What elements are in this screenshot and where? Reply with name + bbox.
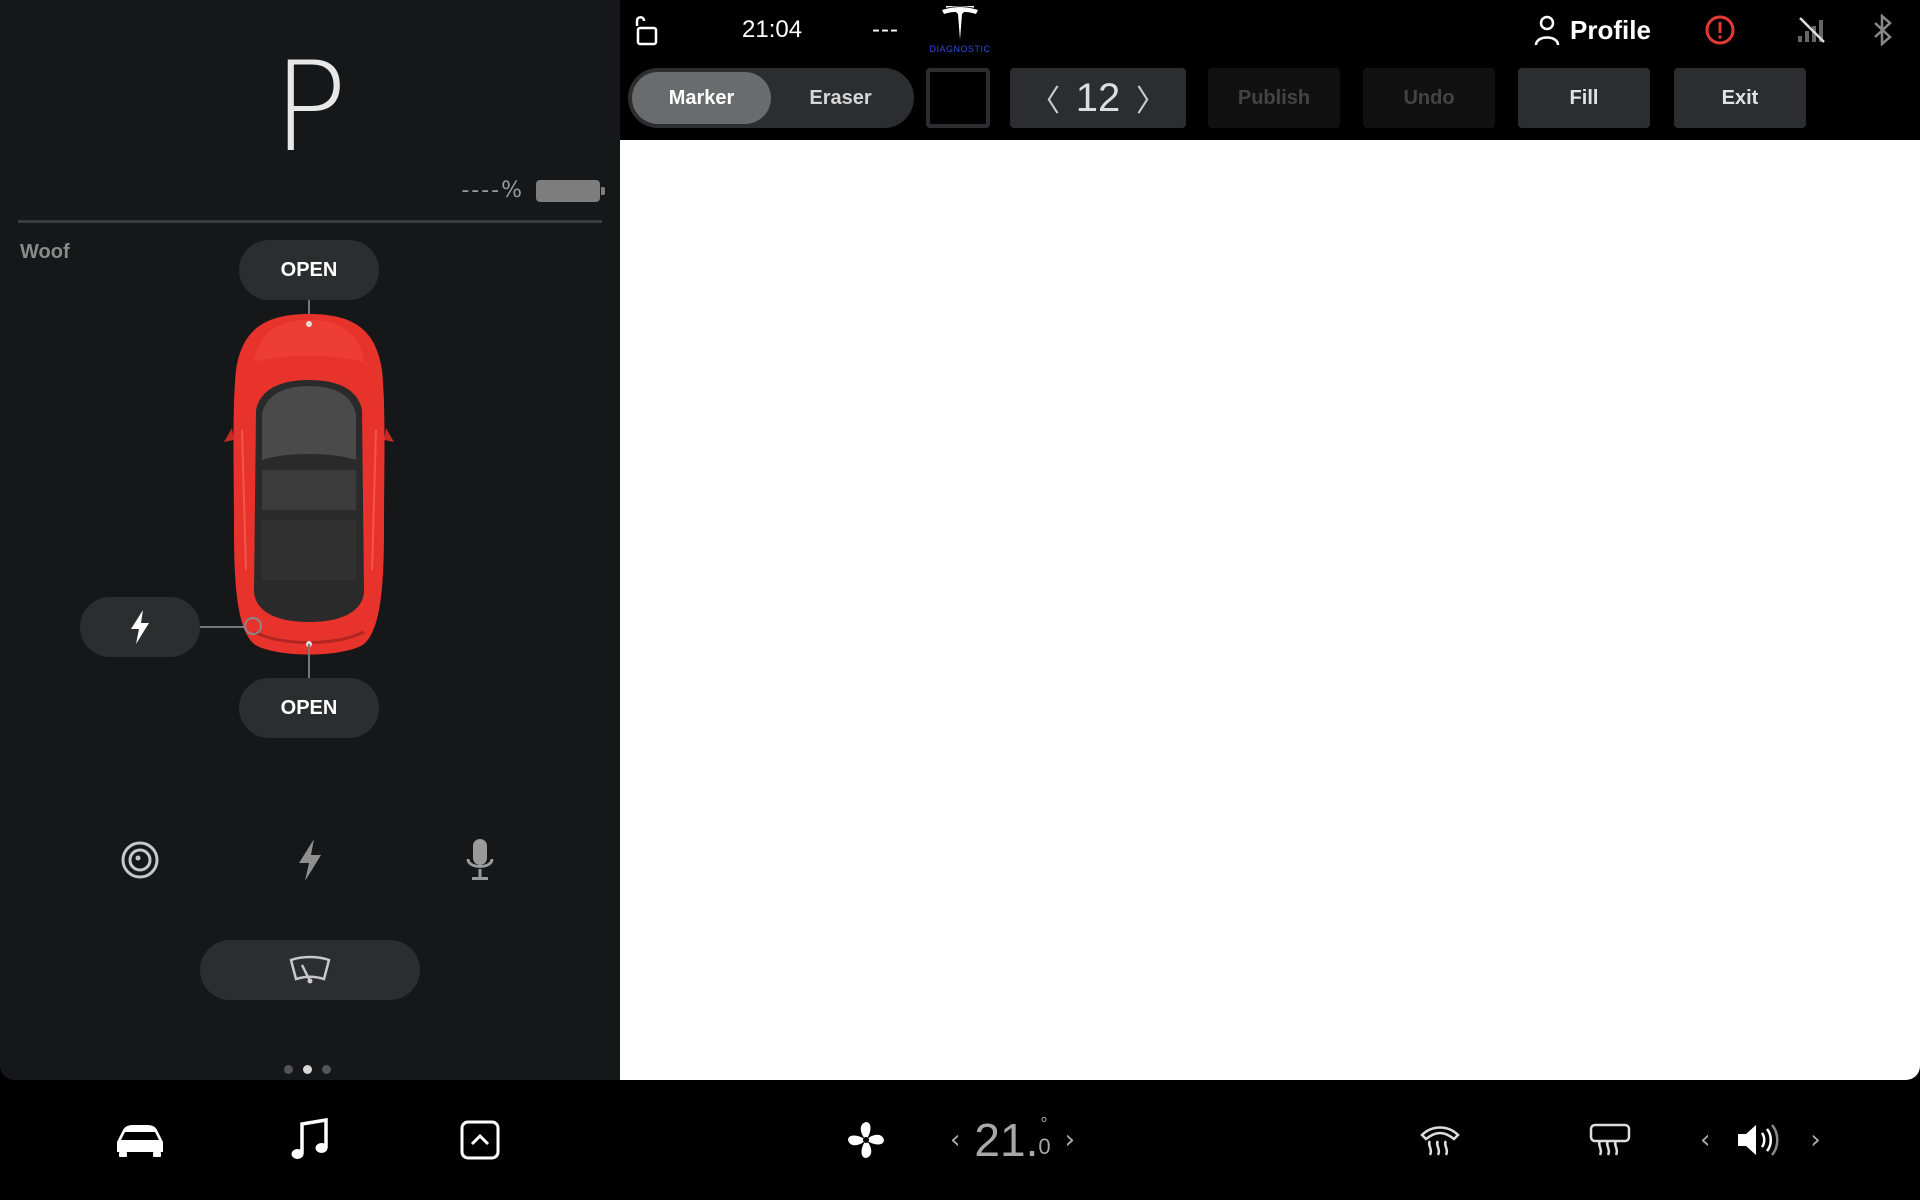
charge-port-button[interactable] (80, 597, 200, 657)
car-top-view-image (224, 314, 394, 655)
car-controls-button[interactable] (110, 1110, 170, 1170)
temp-up-button[interactable]: › (1065, 1125, 1075, 1155)
bottom-dock: ‹ 21. ° 0 › ‹ › (0, 1080, 1920, 1200)
charge-port-marker (244, 617, 262, 635)
profile-button[interactable]: Profile (1534, 0, 1651, 60)
brush-size-stepper: 〈 12 〉 (1010, 68, 1186, 128)
charge-port-connector-line (200, 626, 246, 628)
open-trunk-button[interactable]: OPEN (239, 678, 379, 738)
marker-tool-button[interactable]: Marker (632, 72, 771, 124)
tool-selector: Marker Eraser (628, 68, 914, 128)
set-temperature: 21. (974, 1114, 1039, 1166)
profile-label: Profile (1570, 14, 1651, 45)
climate-fan-button[interactable] (836, 1110, 896, 1170)
fill-button[interactable]: Fill (1518, 68, 1650, 128)
volume-up-button[interactable]: › (1810, 1125, 1820, 1155)
bluetooth-icon (1874, 14, 1892, 46)
apps-launcher-icon (460, 1120, 500, 1160)
eraser-tool-button[interactable]: Eraser (771, 72, 910, 124)
no-signal-icon (1798, 17, 1825, 43)
battery-icon (536, 179, 605, 202)
cellular-status (1796, 0, 1828, 60)
trunk-connector-line (308, 644, 310, 678)
degree-symbol: ° (1040, 1114, 1048, 1134)
front-defrost-icon (1420, 1126, 1460, 1156)
volume-control: ‹ › (1700, 1110, 1821, 1170)
dashcam-button[interactable] (112, 832, 168, 888)
charge-port-icon (131, 610, 149, 644)
increase-size-button[interactable]: 〉 (1136, 76, 1166, 120)
panel-divider (18, 220, 602, 223)
open-frunk-button[interactable]: OPEN (239, 240, 379, 300)
rear-defrost-icon (1589, 1123, 1631, 1156)
cabin-temperature-control: ‹ 21. ° 0 › (950, 1110, 1075, 1170)
alert-icon (1705, 15, 1735, 45)
page-dot[interactable] (284, 1065, 293, 1074)
gear-indicator: P (272, 36, 348, 180)
clock: 21:04 (742, 16, 803, 43)
decrease-size-button[interactable]: 〈 (1030, 76, 1060, 120)
sketchpad-toolbar: Marker Eraser 〈 12 〉 Publish Undo Fill E… (620, 68, 1920, 128)
diagnostic-label: DIAGNOSTIC (929, 44, 991, 54)
fan-icon (848, 1122, 884, 1158)
power-button[interactable] (282, 832, 338, 888)
rear-defrost-button[interactable] (1580, 1110, 1640, 1170)
set-temperature-decimal: ° 0 (1038, 1114, 1051, 1160)
lock-icon (635, 16, 658, 46)
music-note-icon (291, 1118, 328, 1159)
voice-command-button[interactable] (452, 832, 508, 888)
battery-status: ----% (461, 178, 605, 203)
car-name: Woof (20, 241, 70, 263)
media-button[interactable] (280, 1110, 340, 1170)
person-icon (1534, 15, 1560, 45)
tesla-logo (942, 6, 978, 40)
undo-button[interactable]: Undo (1363, 68, 1495, 128)
dashcam-icon (121, 841, 159, 879)
alerts-button[interactable] (1704, 0, 1736, 60)
volume-down-button[interactable]: ‹ (1700, 1125, 1710, 1155)
vehicle-panel: P ----% Woof OPEN OPEN (0, 0, 620, 1080)
brush-size-value: 12 (1075, 75, 1121, 120)
page-dot[interactable] (322, 1065, 331, 1074)
battery-percent: ----% (461, 178, 524, 203)
temp-down-button[interactable]: ‹ (950, 1125, 960, 1155)
drawing-canvas[interactable] (620, 140, 1920, 1080)
publish-button[interactable]: Publish (1208, 68, 1340, 128)
outside-temperature: --- (872, 16, 899, 43)
lock-button[interactable] (632, 0, 660, 60)
wiper-icon (289, 955, 331, 984)
set-temperature-decimal-value: 0 (1038, 1134, 1051, 1159)
status-bar: 21:04 --- DIAGNOSTIC Profile (620, 0, 1920, 60)
wiper-button[interactable] (200, 940, 420, 1000)
volume-icon[interactable] (1736, 1121, 1784, 1159)
car-icon (117, 1125, 163, 1157)
color-picker-swatch[interactable] (926, 68, 990, 128)
tesla-menu-button[interactable]: DIAGNOSTIC (928, 0, 992, 60)
app-launcher-button[interactable] (450, 1110, 510, 1170)
microphone-icon (466, 839, 494, 880)
front-defrost-button[interactable] (1410, 1110, 1470, 1170)
power-icon (299, 839, 321, 881)
panel-page-indicator[interactable] (284, 1065, 331, 1074)
exit-button[interactable]: Exit (1674, 68, 1806, 128)
bluetooth-button[interactable] (1872, 0, 1894, 60)
page-dot[interactable] (303, 1065, 312, 1074)
